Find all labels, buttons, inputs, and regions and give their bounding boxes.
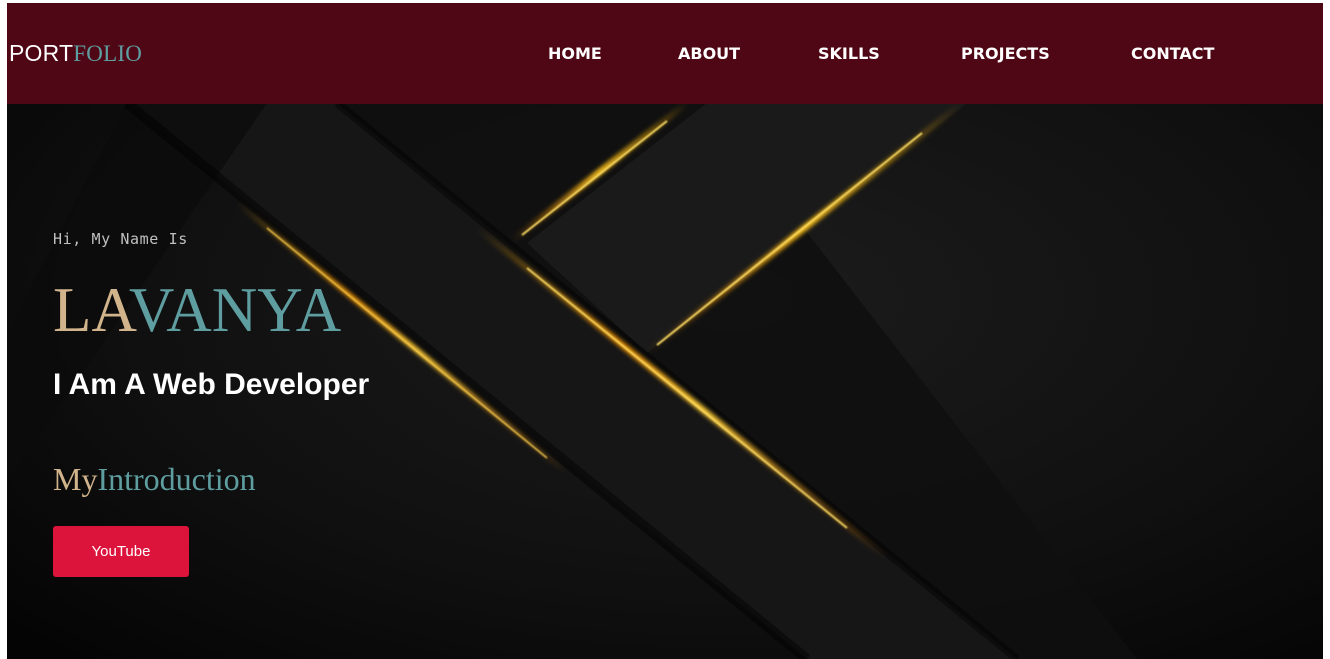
hero-name-part1: LA xyxy=(53,275,129,345)
brand-logo-part2: FOLIO xyxy=(73,41,143,66)
hero-greeting: Hi, My Name Is xyxy=(53,230,188,248)
nav-link-projects[interactable]: PROJECTS xyxy=(961,44,1050,64)
hero-intro-heading: MyIntroduction xyxy=(53,459,256,499)
hero-intro-part2: Introduction xyxy=(97,461,256,497)
brand-logo[interactable]: PORTFOLIO xyxy=(9,39,142,68)
nav-link-contact[interactable]: CONTACT xyxy=(1131,44,1214,64)
page-frame: Hi, My Name Is LAVANYA I Am A Web Develo… xyxy=(7,3,1323,659)
hero-intro-part1: My xyxy=(53,461,98,497)
nav-link-skills[interactable]: SKILLS xyxy=(818,44,880,64)
navbar: PORTFOLIO HOME ABOUT SKILLS PROJECTS CON… xyxy=(7,3,1323,104)
hero-tagline: I Am A Web Developer xyxy=(53,368,370,401)
hero-name: LAVANYA xyxy=(53,275,341,345)
nav-link-about[interactable]: ABOUT xyxy=(678,44,740,64)
nav-link-home[interactable]: HOME xyxy=(548,44,602,64)
hero-name-part2: VANYA xyxy=(128,275,342,345)
youtube-button[interactable]: YouTube xyxy=(53,526,189,577)
brand-logo-part1: PORT xyxy=(9,40,74,66)
